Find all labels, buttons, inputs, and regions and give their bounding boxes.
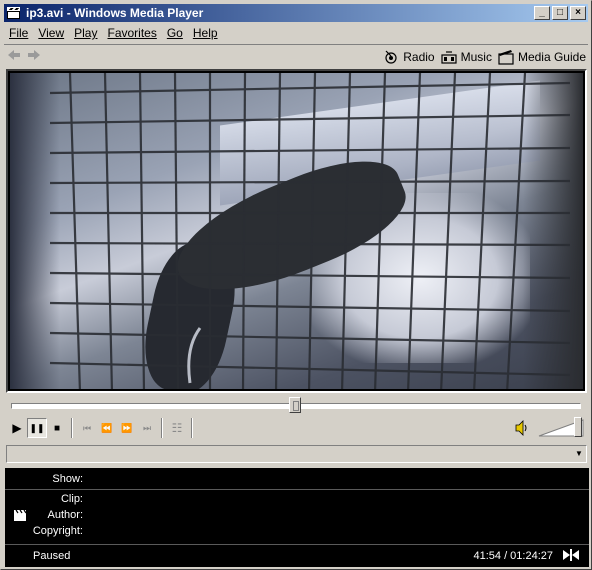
radio-label: Radio [403,49,435,64]
maximize-button[interactable]: □ [552,6,568,20]
radio-icon [383,49,399,65]
info-panel: Show: Clip: Author: Copyright: Paused 41… [5,468,589,567]
copyright-label: Copyright: [32,525,83,537]
media-player-window: ip3.avi - Windows Media Player _ □ × Fil… [0,0,592,570]
music-label: Music [460,49,492,64]
skip-back-button[interactable]: ⏮ [77,418,97,438]
clapperboard-icon [6,6,22,20]
video-display[interactable] [10,73,583,389]
playback-status: Paused [33,550,71,562]
pause-button[interactable]: ❚❚ [27,418,47,438]
transport-separator [71,418,73,438]
speaker-icon[interactable] [515,420,529,436]
shuttle-icon[interactable] [563,549,579,561]
chevron-down-icon[interactable]: ▼ [574,448,584,460]
media-guide-label: Media Guide [517,49,586,64]
show-row: Show: [5,470,589,490]
window-title: ip3.avi - Windows Media Player [26,6,204,20]
menu-play[interactable]: Play [69,26,102,40]
music-link[interactable]: Music [441,49,492,65]
menu-favorites[interactable]: Favorites [102,26,161,40]
menu-go[interactable]: Go [162,26,188,40]
window-controls: _ □ × [532,6,586,20]
skip-forward-button[interactable]: ⏭ [137,418,157,438]
volume-thumb[interactable] [573,417,582,437]
music-icon [441,49,457,65]
radio-link[interactable]: Radio [383,49,435,65]
rewind-button[interactable]: ⏪ [97,418,117,438]
minimize-button[interactable]: _ [534,6,550,20]
media-guide-link[interactable]: Media Guide [498,49,586,65]
playlist-dropdown[interactable]: ▼ [6,445,587,463]
menu-bar: File View Play Favorites Go Help [4,23,223,43]
pause-icon: ❚❚ [29,422,45,433]
media-links: Radio Music Media Guide [383,49,586,65]
transport-separator-2 [161,418,163,438]
menu-file[interactable]: File [4,26,33,40]
cage-grid [49,73,571,389]
clip-label: Clip: [60,493,83,505]
time-display: 41:54 / 01:24:27 [473,550,553,562]
playlist-button[interactable]: ☷ [167,418,187,438]
forward-arrow-icon[interactable] [24,47,44,67]
transport-controls: ▶ ❚❚ ■ ⏮ ⏪ ⏩ ⏭ ☷ [7,417,197,439]
media-guide-icon [498,49,514,65]
show-label: Show: [52,473,83,485]
menu-view[interactable]: View [33,26,69,40]
fast-forward-button[interactable]: ⏩ [117,418,137,438]
play-button[interactable]: ▶ [7,418,27,438]
seek-thumb[interactable] [288,397,301,413]
close-button[interactable]: × [570,6,586,20]
navigation-bar: Radio Music Media Guide [4,44,588,68]
back-arrow-icon[interactable] [4,47,24,67]
transport-separator-3 [191,418,193,438]
status-row: Paused 41:54 / 01:24:27 [5,544,589,565]
clip-film-icon [13,508,27,522]
video-frame [6,69,587,393]
title-bar[interactable]: ip3.avi - Windows Media Player _ □ × [4,4,588,22]
stop-button[interactable]: ■ [47,418,67,438]
menu-help[interactable]: Help [188,26,223,40]
